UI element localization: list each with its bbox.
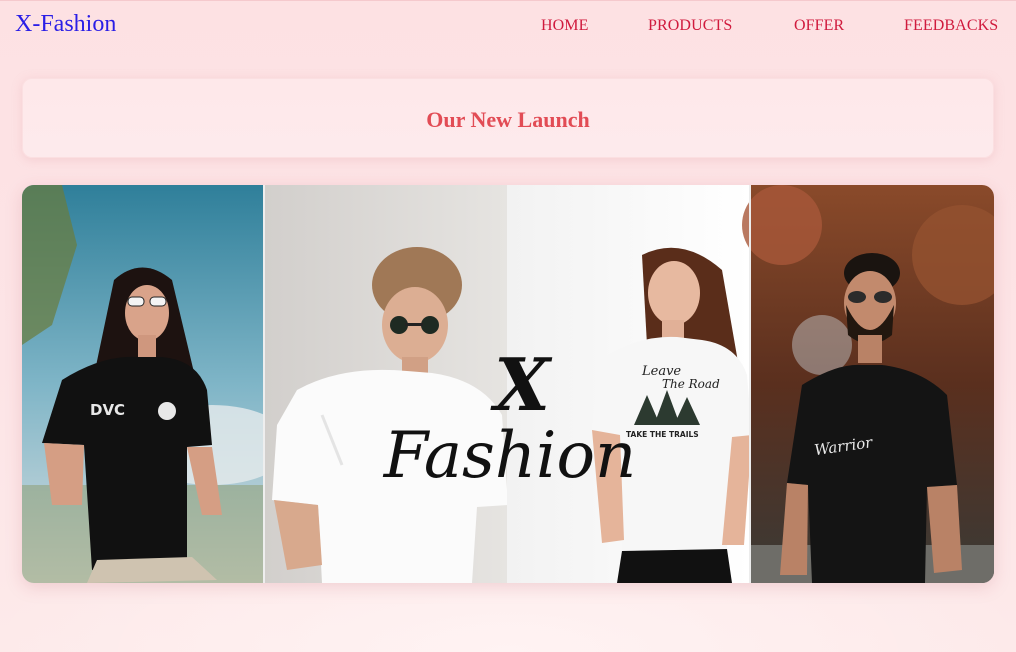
panel3-shirt-print-line2: The Road <box>662 377 720 391</box>
banner-logo-script: Fashion <box>383 419 637 493</box>
top-navbar: X-Fashion HOME PRODUCTS OFFER FEEDBACKS <box>0 0 1016 52</box>
nav-link-home[interactable]: HOME <box>541 17 589 35</box>
nav-link-offer[interactable]: OFFER <box>794 17 844 35</box>
panel1-shirt-print: DVC <box>90 401 125 419</box>
panel-divider <box>749 185 751 583</box>
new-launch-heading: Our New Launch <box>426 107 590 132</box>
new-launch-card: Our New Launch <box>22 78 994 158</box>
nav-link-products[interactable]: PRODUCTS <box>648 17 732 35</box>
panel-divider <box>263 185 265 583</box>
banner-panel-1: DVC <box>22 185 292 583</box>
banner-panel-4: Warrior <box>742 185 994 583</box>
banner-panel-2 <box>264 185 508 583</box>
banner-collage: DVC Leave The Road TAKE THE TRAILS Warri… <box>22 185 994 583</box>
banner-logo-x: X <box>490 342 553 427</box>
brand-logo-link[interactable]: X-Fashion <box>15 11 116 38</box>
panel3-shirt-print-line3: TAKE THE TRAILS <box>626 430 699 439</box>
fashion-banner-image: DVC Leave The Road TAKE THE TRAILS Warri… <box>22 185 994 583</box>
nav-link-feedbacks[interactable]: FEEDBACKS <box>904 17 998 35</box>
